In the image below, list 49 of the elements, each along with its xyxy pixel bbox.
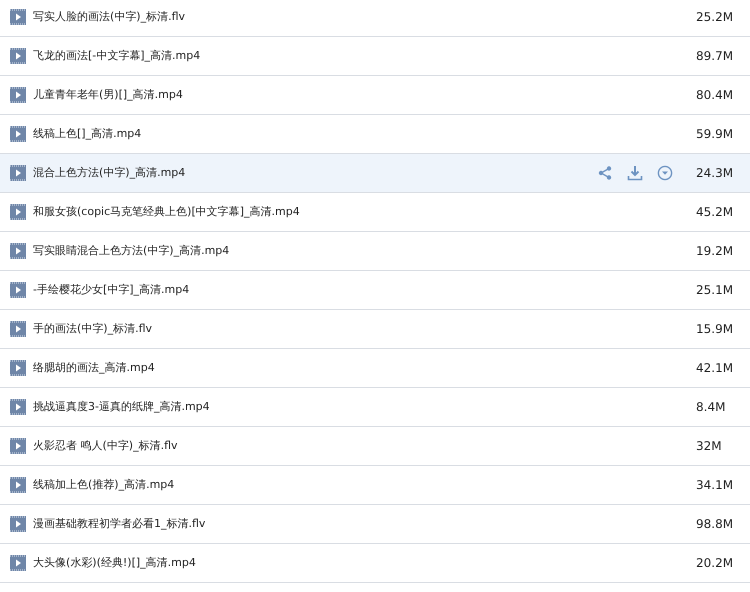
file-name: 混合上色方法(中字)_高清.mp4 xyxy=(33,164,186,181)
file-size: 89.7M xyxy=(696,48,734,65)
file-name: 写实眼睛混合上色方法(中字)_高清.mp4 xyxy=(33,242,230,259)
file-name: 挑战逼真度3-逼真的纸牌_高清.mp4 xyxy=(33,398,210,415)
file-name: 写实人脸的画法(中字)_标清.flv xyxy=(33,8,186,25)
file-size: 59.9M xyxy=(696,126,734,143)
file-size: 20.2M xyxy=(696,555,734,572)
file-name: -手绘樱花少女[中字]_高清.mp4 xyxy=(33,282,190,298)
file-size: 80.4M xyxy=(696,87,734,104)
file-size: 25.1M xyxy=(696,282,734,299)
video-file-icon xyxy=(10,438,26,454)
video-file-icon xyxy=(10,204,26,220)
file-name: 儿童青年老年(男)[]_高清.mp4 xyxy=(33,86,183,103)
video-file-icon xyxy=(10,126,26,142)
video-file-icon xyxy=(10,321,26,337)
file-name: 和服女孩(copic马克笔经典上色)[中文字幕]_高清.mp4 xyxy=(33,204,300,220)
file-name: 大头像(水彩)(经典!)[]_高清.mp4 xyxy=(33,554,196,571)
video-file-icon xyxy=(10,87,26,103)
file-size: 98.8M xyxy=(696,516,734,533)
video-file-icon xyxy=(10,282,26,298)
video-file-icon xyxy=(10,360,26,376)
video-file-icon xyxy=(10,399,26,415)
video-file-icon xyxy=(10,477,26,493)
file-name: 漫画基础教程初学者必看1_标清.flv xyxy=(33,516,206,532)
file-name: 火影忍者 鸣人(中字)_标清.flv xyxy=(33,438,178,454)
file-size: 42.1M xyxy=(696,360,734,377)
file-name: 手的画法(中字)_标清.flv xyxy=(33,320,152,337)
video-file-icon xyxy=(10,165,26,181)
video-file-icon xyxy=(10,48,26,64)
file-size: 15.9M xyxy=(696,321,734,338)
file-name: 线稿加上色(推荐)_高清.mp4 xyxy=(33,476,174,493)
video-file-icon xyxy=(10,243,26,259)
file-name: 络腮胡的画法_高清.mp4 xyxy=(33,360,155,376)
file-name: 线稿上色[]_高清.mp4 xyxy=(33,126,142,142)
video-file-icon xyxy=(10,9,26,25)
file-size: 8.4M xyxy=(696,399,726,416)
share-icon[interactable] xyxy=(596,164,614,182)
file-size: 24.3M xyxy=(696,165,734,182)
file-size: 19.2M xyxy=(696,243,734,260)
file-size: 34.1M xyxy=(696,477,734,494)
file-size: 45.2M xyxy=(696,204,734,221)
download-icon[interactable] xyxy=(626,164,644,182)
file-name: 飞龙的画法[-中文字幕]_高清.mp4 xyxy=(33,48,200,64)
dropdown-icon[interactable] xyxy=(656,164,674,182)
video-file-icon xyxy=(10,516,26,532)
file-size: 32M xyxy=(696,438,723,455)
video-file-icon xyxy=(10,555,26,571)
file-row[interactable]: 混合上色方法(中字)_高清.mp4 24.3M xyxy=(0,154,750,193)
file-size: 25.2M xyxy=(696,9,734,26)
